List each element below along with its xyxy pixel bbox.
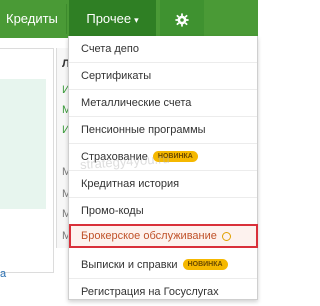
menu-item-label: Брокерское обслуживание [81,230,217,242]
menu-item-label: Пенсионные программы [81,124,206,136]
nav-credits[interactable]: Кредиты [0,0,62,38]
nav-divider [66,4,67,34]
left-content-panel [0,48,54,273]
menu-item-brokerage[interactable]: Брокерское обслуживание [69,224,258,248]
left-panel-highlight [0,79,46,209]
menu-item-label: Металлические счета [81,97,192,109]
menu-item-metal-accounts[interactable]: Металлические счета [69,90,257,117]
chevron-down-icon: ▾ [134,15,139,25]
menu-item-gosuslugi-registration[interactable]: Регистрация на Госуслугах [69,279,257,306]
gear-icon [175,13,189,27]
menu-item-label: Кредитная история [81,178,180,190]
top-nav-bar: Кредиты Прочее ▾ [0,0,258,38]
menu-item-pension-programs[interactable]: Пенсионные программы [69,117,257,144]
menu-item-label: Регистрация на Госуслугах [81,286,219,298]
menu-item-credit-history[interactable]: Кредитная история [69,171,257,198]
menu-item-promo-codes[interactable]: Промо-коды [69,198,257,225]
coin-icon [221,231,231,241]
menu-item-label: Промо-коды [81,205,144,217]
menu-item-label: Сертификаты [81,70,152,82]
nav-other-label: Прочее [86,11,132,26]
nav-other-dropdown[interactable]: Прочее ▾ [69,0,156,38]
settings-button[interactable] [160,0,204,38]
left-link[interactable]: а [0,268,6,280]
nav-credits-label: Кредиты [6,11,58,26]
menu-item-statements[interactable]: Выписки и справки НОВИНКА [69,252,257,279]
menu-item-label: Выписки и справки [81,259,178,271]
menu-item-label: Счета депо [81,43,140,55]
menu-item-certificates[interactable]: Сертификаты [69,63,257,90]
new-badge: НОВИНКА [182,258,228,270]
menu-item-depo-accounts[interactable]: Счета депо [69,36,257,63]
